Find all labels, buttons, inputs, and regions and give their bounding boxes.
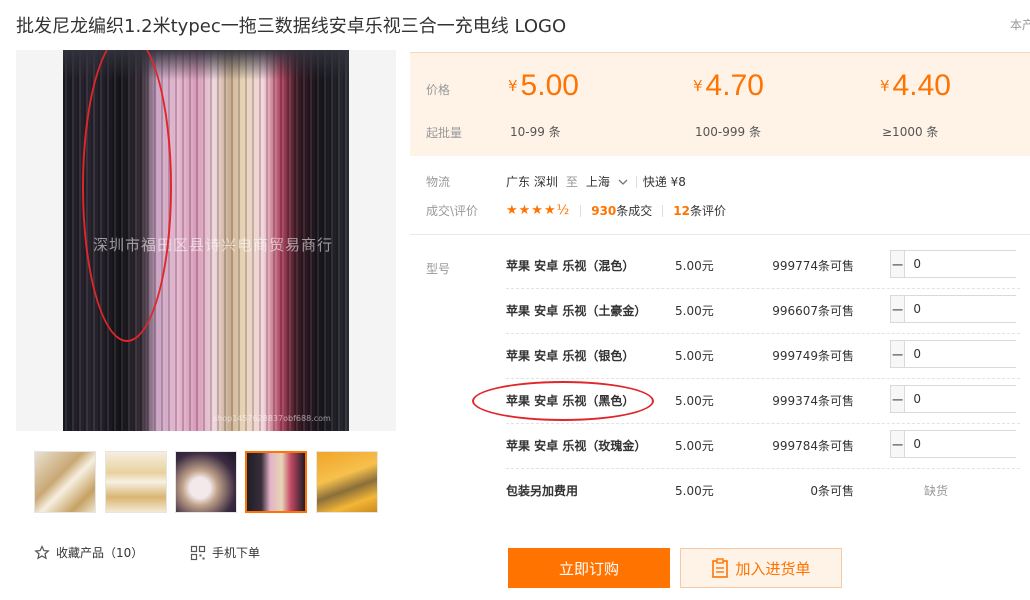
price-tier-1: ¥5.00: [508, 69, 579, 103]
separator: [580, 204, 582, 217]
rating-stars-icon: ★★★★½: [506, 203, 571, 218]
sku-name: 苹果 安卓 乐视（混色）: [506, 259, 635, 273]
price-value: 5.00: [520, 69, 579, 102]
deals-count: 930: [591, 204, 617, 218]
logistics-label: 物流: [426, 175, 451, 189]
quantity-stepper: − +: [890, 250, 1030, 278]
sku-row: 包装另加费用 5.00元 0条可售 缺货: [506, 469, 1020, 514]
separator: [635, 175, 637, 188]
currency-symbol: ¥: [693, 77, 703, 95]
minus-icon[interactable]: −: [891, 386, 906, 412]
sku-name: 苹果 安卓 乐视（银色）: [506, 349, 635, 363]
thumbnail-strip: [34, 451, 378, 513]
sku-stock: 999774条可售: [772, 259, 854, 273]
favorite-label: 收藏产品（10）: [56, 546, 144, 560]
sku-row: 苹果 安卓 乐视（玫瑰金） 5.00元 999784条可售 − +: [506, 424, 1030, 469]
price-panel: 价格 起批量 ¥5.00 ¥4.70 ¥4.40 10-99 条 100-999…: [410, 52, 1030, 156]
ship-to-selector[interactable]: 上海: [586, 173, 630, 190]
shipping-fee: 快递 ¥8: [642, 175, 686, 189]
mobile-order-button[interactable]: 手机下单: [190, 544, 260, 561]
sku-price: 5.00元: [675, 304, 714, 318]
clipboard-icon: [712, 558, 729, 578]
ship-from: 广东 深圳: [506, 175, 558, 189]
out-of-stock-label: 缺货: [924, 484, 949, 498]
price-tier-3: ¥4.40: [880, 69, 951, 103]
sku-name: 苹果 安卓 乐视（土豪金）: [506, 304, 647, 318]
price-value: 4.70: [705, 69, 764, 102]
review-suffix: 条评价: [690, 204, 727, 218]
ship-to-value: 上海: [585, 175, 610, 189]
quantity-input[interactable]: [905, 341, 1030, 367]
quantity-stepper: − +: [890, 430, 1030, 458]
reviews-label: 成交\评价: [426, 204, 479, 218]
qty-range-3: ≥1000 条: [882, 125, 939, 139]
minus-icon[interactable]: −: [891, 296, 906, 322]
add-to-cart-label: 加入进货单: [735, 559, 811, 578]
quantity-stepper: − +: [890, 295, 1030, 323]
sku-stock: 999784条可售: [772, 439, 854, 453]
review-count: 12: [673, 204, 690, 218]
quantity-stepper: − +: [890, 340, 1030, 368]
deals-link[interactable]: 930条成交: [591, 202, 652, 219]
thumbnail-2[interactable]: [105, 451, 167, 513]
sku-row: 苹果 安卓 乐视（混色） 5.00元 999774条可售 − +: [506, 244, 1030, 289]
separator: [662, 204, 664, 217]
product-title: 批发尼龙编织1.2米typec一拖三数据线安卓乐视三合一充电线 LOGO: [16, 16, 567, 37]
main-product-image[interactable]: 深圳市福田区县诗兴电商贸易商行 shop1457628837obf688.com: [16, 50, 396, 431]
buy-now-button[interactable]: 立即订购: [508, 548, 670, 588]
chevron-down-icon: [618, 179, 628, 185]
quantity-stepper: − +: [890, 385, 1030, 413]
price-tier-2: ¥4.70: [693, 69, 764, 103]
logistics-row: 物流 广东 深圳 至 上海 快递 ¥8: [426, 173, 686, 190]
qty-range-2: 100-999 条: [695, 125, 761, 139]
sku-price: 5.00元: [675, 394, 714, 408]
price-label: 价格: [426, 83, 451, 97]
currency-symbol: ¥: [508, 77, 518, 95]
sku-stock: 996607条可售: [772, 304, 854, 318]
moq-label: 起批量: [426, 126, 463, 140]
to-word: 至: [565, 175, 578, 189]
minus-icon[interactable]: −: [891, 341, 906, 367]
sku-label: 型号: [426, 262, 451, 276]
quantity-input[interactable]: [905, 386, 1030, 412]
thumbnail-4-selected[interactable]: [245, 451, 307, 513]
sku-stock: 999374条可售: [772, 394, 854, 408]
reviews-link[interactable]: 12条评价: [673, 202, 726, 219]
sku-name: 包装另加费用: [506, 484, 579, 498]
add-to-cart-button[interactable]: 加入进货单: [680, 548, 842, 588]
thumbnail-3[interactable]: [175, 451, 237, 513]
minus-icon[interactable]: −: [891, 431, 906, 457]
quantity-input[interactable]: [905, 296, 1030, 322]
star-outline-icon: [34, 544, 50, 560]
price-value: 4.40: [892, 69, 951, 102]
quantity-input[interactable]: [905, 251, 1030, 277]
deals-suffix: 条成交: [616, 204, 653, 218]
currency-symbol: ¥: [880, 77, 890, 95]
sku-stock: 999749条可售: [772, 349, 854, 363]
qr-code-icon: [190, 545, 206, 560]
sku-price: 5.00元: [675, 349, 714, 363]
favorite-button[interactable]: 收藏产品（10）: [34, 544, 143, 561]
sku-name: 苹果 安卓 乐视（玫瑰金）: [506, 439, 647, 453]
reviews-row: 成交\评价 ★★★★½ 930条成交 12条评价: [426, 202, 726, 219]
title-right-fragment: 本产: [1010, 18, 1030, 32]
sku-price: 5.00元: [675, 439, 714, 453]
sku-price: 5.00元: [675, 259, 714, 273]
red-annotation-circle-sku: [472, 381, 654, 421]
mobile-order-label: 手机下单: [212, 546, 261, 560]
sku-price: 5.00元: [675, 484, 714, 498]
section-divider: [410, 234, 1030, 235]
quantity-input[interactable]: [905, 431, 1030, 457]
sku-stock: 0条可售: [810, 484, 854, 498]
thumbnail-5[interactable]: [316, 451, 378, 513]
sku-row: 苹果 安卓 乐视（土豪金） 5.00元 996607条可售 − +: [506, 289, 1030, 334]
thumbnail-1[interactable]: [34, 451, 96, 513]
qty-range-1: 10-99 条: [510, 125, 561, 139]
image-watermark-url: shop1457628837obf688.com: [213, 414, 331, 423]
minus-icon[interactable]: −: [891, 251, 906, 277]
sku-row: 苹果 安卓 乐视（银色） 5.00元 999749条可售 − +: [506, 334, 1030, 379]
